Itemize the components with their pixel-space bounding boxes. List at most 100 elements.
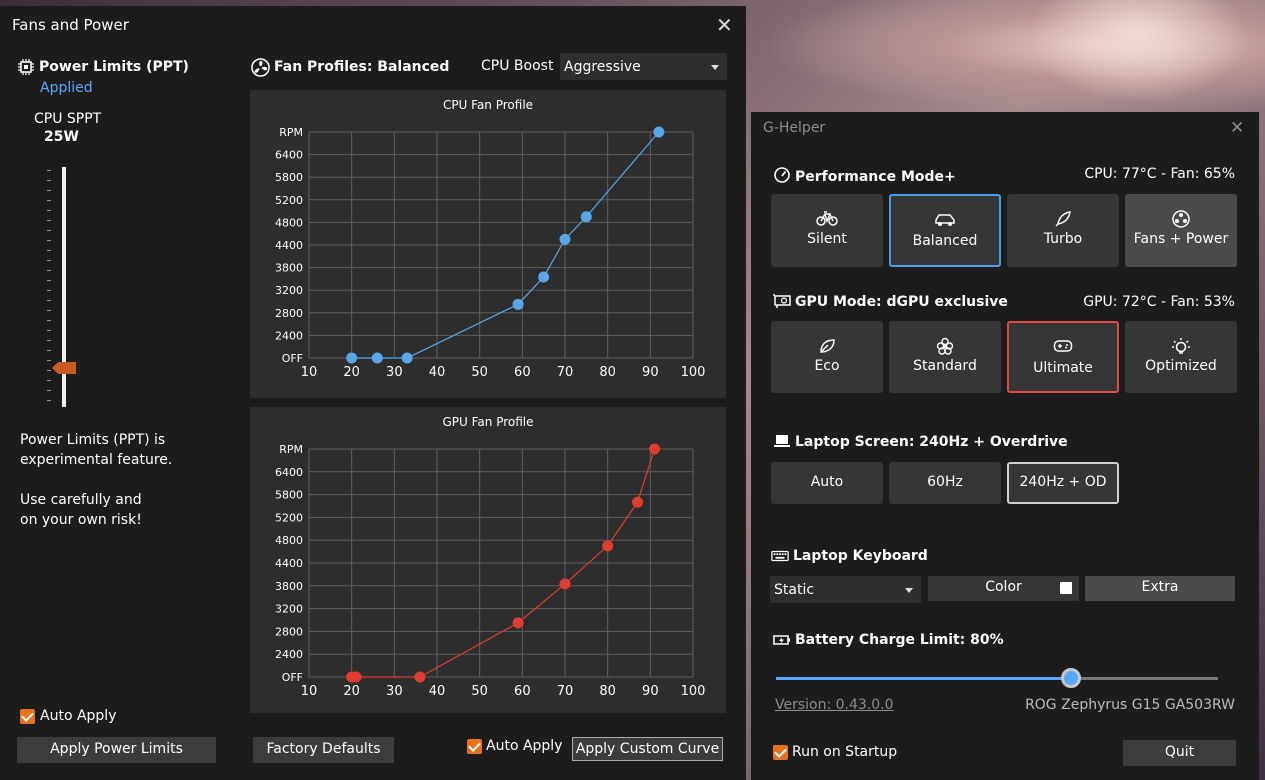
screen-240hz-od-button[interactable]: 240Hz + OD xyxy=(1007,462,1119,504)
x-tick-label: 90 xyxy=(642,684,659,699)
y-tick-label: 6400 xyxy=(275,149,303,162)
data-point xyxy=(632,496,644,508)
keyboard-extra-button[interactable]: Extra xyxy=(1085,576,1235,601)
gpu-standard-label: Standard xyxy=(913,358,977,374)
cpu-boost-label: CPU Boost xyxy=(481,58,554,74)
factory-defaults-button[interactable]: Factory Defaults xyxy=(253,737,394,763)
data-point xyxy=(346,352,358,364)
keyboard-mode-select[interactable]: Static xyxy=(770,576,921,603)
gpu-ultimate-label: Ultimate xyxy=(1033,360,1093,376)
auto-apply-power-label: Auto Apply xyxy=(40,708,117,724)
data-point xyxy=(371,352,383,364)
mode-silent-button[interactable]: Silent xyxy=(771,194,883,267)
y-tick-label: 2400 xyxy=(275,648,303,661)
data-point xyxy=(512,617,524,629)
close-icon[interactable]: ✕ xyxy=(716,15,733,35)
cpu-boost-select[interactable]: Aggressive xyxy=(560,53,727,80)
gpu-eco-button[interactable]: Eco xyxy=(771,321,883,393)
x-tick-label: 40 xyxy=(429,365,446,380)
y-tick-label: 4400 xyxy=(275,557,303,570)
y-tick-label: 6400 xyxy=(275,466,303,479)
gpu-optimized-button[interactable]: Optimized xyxy=(1125,321,1237,393)
fans-power-button[interactable]: Fans + Power xyxy=(1125,194,1237,267)
keyboard-color-label: Color xyxy=(985,579,1022,595)
gpu-stats: GPU: 72°C - Fan: 53% xyxy=(1083,294,1235,310)
y-tick-label: 4800 xyxy=(275,534,303,547)
gpu-ultimate-button[interactable]: Ultimate xyxy=(1007,321,1119,393)
cpu-stats: CPU: 77°C - Fan: 65% xyxy=(1084,166,1235,182)
chevron-down-icon xyxy=(905,588,913,593)
run-on-startup-checkbox[interactable] xyxy=(773,745,788,760)
laptop-icon xyxy=(774,435,790,447)
fans-power-window: Fans and Power ✕ Power Limits (PPT) Appl… xyxy=(0,6,746,780)
battery-limit-slider-thumb[interactable] xyxy=(1061,668,1081,688)
gpu-standard-button[interactable]: Standard xyxy=(889,321,1001,393)
auto-apply-power-checkbox[interactable] xyxy=(20,709,35,724)
slider-ticks xyxy=(47,170,51,406)
data-point xyxy=(559,578,571,590)
mode-turbo-button[interactable]: Turbo xyxy=(1007,194,1119,267)
gauge-icon xyxy=(774,167,790,183)
cpu-sppt-label: CPU SPPT xyxy=(34,111,102,127)
battery-limit-slider-fill xyxy=(776,677,1071,680)
cpu-boost-value: Aggressive xyxy=(564,59,641,75)
car-icon xyxy=(935,214,955,226)
window-title: G-Helper xyxy=(763,120,826,136)
flower-icon xyxy=(936,337,954,355)
x-tick-label: 50 xyxy=(471,365,488,380)
cpu-fan-chart-svg[interactable]: 10 20 30 40 50 60 70 80 90 100 OFF 2400 2800 3200 3800… xyxy=(250,90,726,398)
laptop-model: ROG Zephyrus G15 GA503RW xyxy=(1025,697,1235,713)
warning-text-4: on your own risk! xyxy=(20,512,142,528)
cpu-sppt-slider-thumb[interactable] xyxy=(52,362,76,374)
performance-mode-title: Performance Mode+ xyxy=(773,167,956,185)
fan-profiles-title: Fan Profiles: Balanced xyxy=(274,59,450,75)
x-tick-label: 60 xyxy=(514,684,531,699)
screen-60hz-button[interactable]: 60Hz xyxy=(889,462,1001,504)
chevron-down-icon xyxy=(711,65,719,70)
y-tick-label: 2800 xyxy=(275,307,303,320)
x-tick-label: 30 xyxy=(386,365,403,380)
y-tick-label: 2800 xyxy=(275,625,303,638)
close-icon[interactable]: ✕ xyxy=(1230,120,1244,137)
gpu-fan-chart[interactable]: GPU Fan Profile 10 20 30 40 50 60 70 80 90 100 OFF… xyxy=(250,407,726,713)
fan-icon xyxy=(1172,210,1190,228)
color-swatch xyxy=(1060,582,1072,594)
gpu-fan-chart-svg[interactable]: 10 20 30 40 50 60 70 80 90 100 OFF 2400 2800 3200 3800… xyxy=(250,407,726,713)
x-tick-label: 20 xyxy=(343,365,360,380)
y-tick-label: 5800 xyxy=(275,171,303,184)
apply-power-limits-button[interactable]: Apply Power Limits xyxy=(17,737,216,763)
y-tick-label: OFF xyxy=(282,671,303,684)
warning-text-1: Power Limits (PPT) is xyxy=(20,432,166,448)
mode-silent-label: Silent xyxy=(807,231,847,247)
version-link[interactable]: Version: 0.43.0.0 xyxy=(775,697,894,713)
rocket-icon xyxy=(1055,211,1071,227)
mode-balanced-button[interactable]: Balanced xyxy=(889,194,1001,267)
window-title: Fans and Power xyxy=(12,16,129,34)
power-limits-title: Power Limits (PPT) xyxy=(39,59,189,75)
auto-apply-curve-checkbox[interactable] xyxy=(467,739,482,754)
gpu-mode-title: GPU Mode: dGPU exclusive xyxy=(773,294,1008,310)
y-tick-label: 3200 xyxy=(275,284,303,297)
cpu-fan-chart[interactable]: CPU Fan Profile 10 20 30 40 50 60 70 80 90 100 OFF… xyxy=(250,90,726,398)
warning-text-3: Use carefully and xyxy=(20,492,142,508)
x-tick-label: 50 xyxy=(471,684,488,699)
keyboard-color-button[interactable]: Color xyxy=(928,576,1079,601)
laptop-screen-title: Laptop Screen: 240Hz + Overdrive xyxy=(773,434,1068,450)
gpu-optimized-label: Optimized xyxy=(1145,358,1217,374)
leaf-icon xyxy=(820,339,835,353)
fans-power-label: Fans + Power xyxy=(1133,231,1229,247)
mode-turbo-label: Turbo xyxy=(1043,231,1083,247)
data-point xyxy=(580,211,592,223)
y-tick-label: 3800 xyxy=(275,580,303,593)
screen-auto-button[interactable]: Auto xyxy=(771,462,883,504)
keyboard-icon xyxy=(771,550,789,562)
x-tick-label: 100 xyxy=(681,365,706,380)
battery-limit-slider-track[interactable] xyxy=(776,677,1218,680)
data-point xyxy=(649,443,661,455)
apply-custom-curve-button[interactable]: Apply Custom Curve xyxy=(572,737,723,761)
warning-text-2: experimental feature. xyxy=(20,452,173,468)
quit-button[interactable]: Quit xyxy=(1123,740,1236,766)
wallpaper-highlight-2 xyxy=(1010,0,1265,115)
run-on-startup-label: Run on Startup xyxy=(792,744,898,760)
x-tick-label: 20 xyxy=(343,684,360,699)
